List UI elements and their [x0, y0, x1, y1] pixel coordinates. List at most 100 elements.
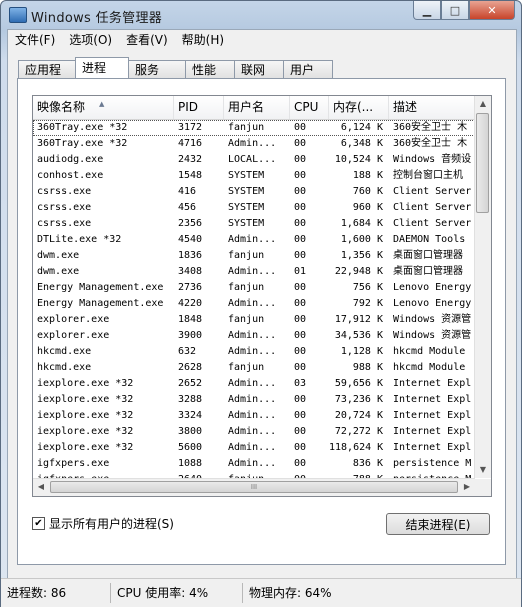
menu-view[interactable]: 查看(V): [119, 30, 175, 50]
cell-image-name: audiodg.exe: [37, 154, 104, 165]
list-body: 360Tray.exe *32 3172 fanjun 00 6,124 K 360安全卫…: [33, 120, 475, 478]
cell-description: Client Server: [393, 186, 472, 197]
cell-cpu: 00: [294, 234, 307, 245]
table-row[interactable]: iexplore.exe *32 2652 Admin... 03 59,656 K In…: [33, 376, 475, 392]
cell-cpu: 00: [294, 314, 307, 325]
tab-applications[interactable]: 应用程序: [18, 60, 76, 95]
window-title: Windows 任务管理器: [31, 11, 163, 26]
cell-description: 360安全卫士 木: [393, 122, 468, 133]
cell-user: Admin...: [228, 234, 277, 245]
tab-networking[interactable]: 联网: [234, 60, 284, 78]
cell-cpu: 00: [294, 346, 307, 357]
cell-cpu: 00: [294, 282, 307, 293]
cell-pid: 632: [178, 346, 197, 357]
scroll-right-icon[interactable]: ▶: [459, 479, 475, 495]
column-header-cpu[interactable]: CPU: [290, 96, 329, 119]
table-row[interactable]: iexplore.exe *32 3800 Admin... 00 72,272 K In…: [33, 424, 475, 440]
cell-cpu: 00: [294, 362, 307, 373]
table-row[interactable]: iexplore.exe *32 3288 Admin... 00 73,236 K In…: [33, 392, 475, 408]
table-row[interactable]: explorer.exe 1848 fanjun 00 17,912 K Windows …: [33, 312, 475, 328]
table-row[interactable]: explorer.exe 3900 Admin... 00 34,536 K Window…: [33, 328, 475, 344]
cell-pid: 3800: [178, 426, 203, 437]
cell-memory: 1,600 K: [340, 234, 383, 245]
cell-description: Windows 资源管: [393, 314, 472, 325]
tab-services[interactable]: 服务: [128, 60, 186, 78]
cell-pid: 5600: [178, 442, 203, 453]
cell-pid: 2736: [178, 282, 203, 293]
cell-pid: 2432: [178, 154, 203, 165]
vertical-scroll-thumb[interactable]: [476, 113, 489, 213]
cell-description: Internet Expl: [393, 442, 472, 453]
cell-description: Internet Expl: [393, 394, 472, 405]
process-list[interactable]: ▲ 映像名称 PID 用户名 CPU 内存(... 描述 360Tray.exe…: [32, 95, 492, 497]
table-row[interactable]: csrss.exe 456 SYSTEM 00 960 K Client Server: [33, 200, 475, 216]
show-all-users-checkbox[interactable]: ✔: [32, 517, 45, 530]
cell-pid: 416: [178, 186, 197, 197]
menu-options[interactable]: 选项(O): [62, 30, 119, 50]
cell-image-name: 360Tray.exe *32: [37, 138, 128, 149]
vertical-scrollbar[interactable]: ▲ ▼: [474, 96, 491, 478]
table-row[interactable]: iexplore.exe *32 5600 Admin... 00 118,624 K I…: [33, 440, 475, 456]
tab-performance[interactable]: 性能: [185, 60, 235, 78]
close-button[interactable]: ✕: [469, 1, 515, 20]
sort-ascending-icon: ▲: [99, 100, 105, 108]
title-bar[interactable]: Windows 任务管理器 ▁ □ ✕: [1, 1, 521, 29]
end-process-button[interactable]: 结束进程(E): [386, 513, 490, 535]
cell-user: Admin...: [228, 426, 277, 437]
cell-image-name: csrss.exe: [37, 218, 92, 229]
column-header-user[interactable]: 用户名: [224, 96, 290, 119]
cell-image-name: csrss.exe: [37, 202, 92, 213]
cell-memory: 22,948 K: [334, 266, 383, 277]
cell-pid: 2652: [178, 378, 203, 389]
cell-description: Internet Expl: [393, 378, 472, 389]
table-row[interactable]: dwm.exe 3408 Admin... 01 22,948 K 桌面窗口管理器: [33, 264, 475, 280]
table-row[interactable]: csrss.exe 416 SYSTEM 00 760 K Client Server: [33, 184, 475, 200]
show-all-users-option[interactable]: ✔ 显示所有用户的进程(S): [32, 515, 174, 532]
table-row[interactable]: 360Tray.exe *32 4716 Admin... 00 6,348 K 360安…: [33, 136, 475, 152]
table-row[interactable]: hkcmd.exe 2628 fanjun 00 988 K hkcmd Module: [33, 360, 475, 376]
cell-memory: 6,124 K: [340, 122, 383, 133]
minimize-button[interactable]: ▁: [413, 1, 441, 20]
menu-file[interactable]: 文件(F): [8, 30, 62, 50]
column-header-description[interactable]: 描述: [389, 96, 475, 119]
cell-description: 桌面窗口管理器: [393, 250, 463, 261]
table-row[interactable]: igfxpers.exe 1088 Admin... 00 836 K persisten…: [33, 456, 475, 472]
cell-image-name: Energy Management.exe: [37, 298, 164, 309]
table-row[interactable]: hkcmd.exe 632 Admin... 00 1,128 K hkcmd Modul…: [33, 344, 475, 360]
cell-pid: 3408: [178, 266, 203, 277]
scroll-down-icon[interactable]: ▼: [475, 462, 491, 478]
tab-processes[interactable]: 进程: [75, 57, 129, 78]
cell-memory: 72,272 K: [334, 426, 383, 437]
cell-cpu: 01: [294, 266, 307, 277]
cell-description: hkcmd Module: [393, 346, 466, 357]
table-row[interactable]: conhost.exe 1548 SYSTEM 00 188 K 控制台窗口主机: [33, 168, 475, 184]
cell-pid: 3324: [178, 410, 203, 421]
maximize-button[interactable]: □: [441, 1, 469, 20]
cell-memory: 188 K: [352, 170, 383, 181]
scroll-left-icon[interactable]: ◀: [33, 479, 49, 495]
table-row[interactable]: csrss.exe 2356 SYSTEM 00 1,684 K Client Serve…: [33, 216, 475, 232]
menu-help[interactable]: 帮助(H): [175, 30, 231, 50]
scroll-up-icon[interactable]: ▲: [475, 96, 491, 112]
table-row[interactable]: dwm.exe 1836 fanjun 00 1,356 K 桌面窗口管理器: [33, 248, 475, 264]
table-row[interactable]: 360Tray.exe *32 3172 fanjun 00 6,124 K 360安全卫…: [33, 120, 475, 136]
cell-cpu: 00: [294, 394, 307, 405]
tab-users[interactable]: 用户: [283, 60, 333, 78]
table-row[interactable]: Energy Management.exe 4220 Admin... 00 792 K…: [33, 296, 475, 312]
column-header-image-name[interactable]: ▲ 映像名称: [33, 96, 174, 119]
cell-user: LOCAL...: [228, 154, 277, 165]
cell-user: fanjun: [228, 250, 265, 261]
horizontal-scroll-thumb[interactable]: III: [50, 481, 458, 493]
cell-cpu: 00: [294, 154, 307, 165]
table-row[interactable]: Energy Management.exe 2736 fanjun 00 756 K Le…: [33, 280, 475, 296]
column-header-memory[interactable]: 内存(...: [329, 96, 389, 119]
cell-memory: 836 K: [352, 458, 383, 469]
client-area: 文件(F) 选项(O) 查看(V) 帮助(H) 应用程序 进程 服务 性能 联网…: [7, 29, 517, 579]
table-row[interactable]: audiodg.exe 2432 LOCAL... 00 10,524 K Windows…: [33, 152, 475, 168]
table-row[interactable]: iexplore.exe *32 3324 Admin... 00 20,724 K In…: [33, 408, 475, 424]
horizontal-scrollbar[interactable]: ◀ III ▶: [33, 478, 475, 496]
column-header-pid[interactable]: PID: [174, 96, 224, 119]
cell-cpu: 00: [294, 170, 307, 181]
table-row[interactable]: DTLite.exe *32 4540 Admin... 00 1,600 K DAEMO…: [33, 232, 475, 248]
cell-pid: 1088: [178, 458, 203, 469]
